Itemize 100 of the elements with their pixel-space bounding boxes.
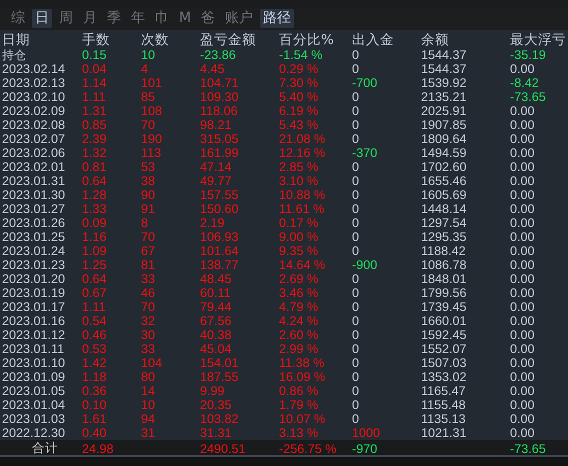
period-tab[interactable]: 路径 [260,8,294,28]
column-header: 出入金 [351,32,395,48]
max-float-cell-text: 0.00 [509,412,536,426]
max-float-cell-text: 0.00 [509,104,536,118]
lots-cell-text: 0.40 [81,426,108,440]
balance-cell-text: 1552.07 [420,342,468,356]
period-tab[interactable]: 爸 [198,8,218,28]
lots-cell-text: 0.04 [81,62,108,76]
pnl-cell-text: 154.01 [199,356,240,370]
trades-cell-text: 33 [140,342,156,356]
date-cell-text: 2023.02.06 [1,146,66,160]
lots-cell-text: 1.61 [81,412,108,426]
balance-cell-text: 1353.02 [420,370,468,384]
pnl-cell-text: 104.71 [199,76,240,90]
date-cell-text: 2023.01.23 [1,258,66,272]
max-float-cell-text: 0.00 [509,118,536,132]
total-pnl: 2490.51 [199,442,247,456]
cashflow-cell-text: 0 [351,216,360,230]
pnl-cell-text: 106.93 [199,230,240,244]
max-float-cell-text: 0.00 [509,328,536,342]
max-float-cell-text: 0.00 [509,62,536,76]
lots-cell-text: 0.09 [81,216,108,230]
lots-cell-text: 0.46 [81,328,108,342]
period-tab[interactable]: 周 [56,8,76,28]
date-cell-text: 2023.01.19 [1,286,66,300]
pnl-cell-text: 79.44 [199,300,233,314]
period-tab[interactable]: 综 [8,8,28,28]
lots-cell-text: 0.64 [81,272,108,286]
period-tab[interactable]: 巾 [152,8,172,28]
percent-cell-text: 6.19 % [278,104,320,118]
total-max-float: -73.65 [509,442,547,456]
total-label: 合计 [31,440,59,457]
max-float-cell-text: 0.00 [509,146,536,160]
pnl-cell-text: 315.05 [199,132,240,146]
trades-cell-text: 91 [140,202,156,216]
percent-cell-text: 0.17 % [278,216,320,230]
pnl-cell-text: 118.06 [199,104,239,118]
trades-cell-text: 38 [140,174,156,188]
cashflow-cell-text: 0 [351,202,360,216]
balance-cell-text: 1155.48 [420,398,467,412]
balance-cell-text: 1297.54 [420,216,468,230]
lots-cell-text: 1.09 [81,244,108,258]
period-tab[interactable]: M [176,8,194,28]
balance-cell-text: 1021.31 [420,426,468,440]
max-float-cell-text: 0.00 [509,384,536,398]
percent-cell-text: 0.86 % [278,384,320,398]
cashflow-cell-text: 0 [351,230,360,244]
date-cell-text: 2023.01.11 [1,342,66,356]
lots-cell-text: 0.85 [81,118,108,132]
trades-cell-text: 108 [140,104,164,118]
pnl-cell-text: 187.55 [199,370,240,384]
trades-cell-text: 101 [140,76,164,90]
date-cell-text: 2023.01.26 [1,216,66,230]
trades-cell-text: 30 [140,328,156,342]
date-cell-text: 2023.01.27 [1,202,66,216]
date-cell-text: 2023.02.13 [1,76,66,90]
lots-cell-text: 1.14 [81,76,108,90]
max-float-cell-text: 0.00 [509,244,536,258]
cashflow-cell-text: 0 [351,90,360,104]
max-float-cell-text: 0.00 [509,216,536,230]
lots-cell-text: 0.10 [81,398,108,412]
balance-cell-text: 1086.78 [420,258,468,272]
trades-cell-text: 10 [140,398,156,412]
period-tab[interactable]: 日 [32,8,52,28]
cashflow-cell-text: 0 [351,48,360,62]
lots-cell-text: 1.18 [81,370,108,384]
trades-cell-text: 85 [140,90,156,104]
column-header: 最大浮亏 [509,32,567,48]
cashflow-cell-text: 0 [351,132,360,146]
percent-cell-text: 11.61 % [278,202,326,216]
pnl-cell-text: 98.21 [199,118,233,132]
period-tab[interactable]: 年 [128,8,148,28]
lots-cell-text: 1.25 [81,258,108,272]
cashflow-cell-text: 0 [351,314,360,328]
date-cell-text: 2023.01.30 [1,188,66,202]
date-cell-text: 2023.01.16 [1,314,66,328]
cashflow-cell-text: 0 [351,356,360,370]
date-cell-text: 2023.02.10 [1,90,66,104]
lots-cell-text: 1.16 [81,230,108,244]
total-percent: -256.75 % [278,442,338,456]
pnl-cell-text: 31.31 [199,426,233,440]
cashflow-cell-text: 0 [351,286,360,300]
trades-cell-text: 67 [140,244,156,258]
period-tab[interactable]: 账户 [222,8,256,28]
percent-cell-text: 3.46 % [278,286,320,300]
pnl-cell-text: 45.04 [199,342,233,356]
percent-cell-text: 1.79 % [278,398,320,412]
date-cell-text: 持仓 [1,48,27,62]
cashflow-cell-text: 0 [351,398,360,412]
date-cell-text: 2023.01.12 [1,328,66,342]
balance-cell-text: 1544.37 [420,48,468,62]
balance-cell-text: 1702.60 [420,160,468,174]
trades-cell-text: 113 [140,146,162,160]
cashflow-cell-text: 0 [351,188,360,202]
percent-cell-text: 4.79 % [278,300,320,314]
period-tab[interactable]: 季 [104,8,124,28]
pnl-cell-text: 150.60 [199,202,240,216]
period-tab[interactable]: 月 [80,8,100,28]
lots-cell-text: 1.28 [81,188,108,202]
percent-cell-text: 3.13 % [278,426,320,440]
